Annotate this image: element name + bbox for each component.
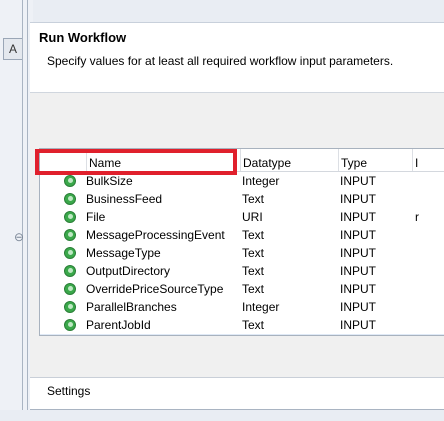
parameter-icon [64,301,76,313]
cell-name: BusinessFeed [86,192,163,206]
run-workflow-dialog: Run Workflow Specify values for at least… [30,22,444,410]
cell-name: MessageType [86,246,161,260]
side-tab[interactable]: A [3,38,22,60]
cell-extra: r [415,210,419,224]
parameter-icon [64,229,76,241]
table-row[interactable]: ParentJobId Text INPUT [40,316,444,334]
cell-extra [415,190,444,208]
cell-extra [415,262,444,280]
cell-extra [415,298,444,316]
cell-datatype: URI [242,210,263,224]
cell-name: SuccessAction [86,334,240,335]
dialog-content: Name Datatype Type I BulkSize Integer INPU… [30,93,444,377]
highlight-annotation [35,149,237,175]
left-divider [22,0,23,410]
dialog-title: Run Workflow [39,30,127,45]
cell-datatype: SuccessAction [242,334,338,335]
cell-type: INPUT [340,264,376,278]
cell-name: File [86,210,106,224]
parameter-icon [64,319,76,331]
cell-type: INPUT [340,246,376,260]
parameters-table[interactable]: Name Datatype Type I BulkSize Integer INPU… [39,148,444,336]
cell-type: INPUT [340,318,376,332]
cell-name: ParallelBranches [86,300,177,314]
table-row[interactable]: SuccessActionSuccessActionINPUT [40,334,444,335]
parameter-icon [64,265,76,277]
cell-extra [415,280,444,298]
cell-extra [415,172,444,190]
parameter-icon [64,211,76,223]
cell-datatype: Integer [242,174,280,188]
dialog-bottom-border [30,409,444,410]
cell-type: INPUT [340,210,376,224]
parameter-icon [64,193,76,205]
cell-extra [415,316,444,334]
cell-extra [415,226,444,244]
column-header-extra[interactable]: I [412,149,444,171]
sash-handle-icon[interactable]: ⊖ [14,230,24,244]
cell-datatype: Integer [242,300,280,314]
table-row[interactable]: OverridePriceSourceType Text INPUT [40,280,444,298]
table-row[interactable]: MessageType Text INPUT [40,244,444,262]
cell-type: INPUT [340,192,376,206]
cell-name: OverridePriceSourceType [86,282,224,296]
column-header-datatype[interactable]: Datatype [240,149,338,171]
dialog-top-border [30,22,444,23]
parameter-icon [64,283,76,295]
table-row[interactable]: File URI INPUT r [40,208,444,226]
cell-name: OutputDirectory [86,264,171,278]
cell-type: INPUT [340,300,376,314]
settings-separator [30,377,444,378]
left-panel-strip [0,0,33,410]
cell-type: INPUT [340,282,376,296]
cell-datatype: Text [242,318,265,332]
cell-extra [415,244,444,262]
cell-datatype: Text [242,246,265,260]
dialog-description: Specify values for at least all required… [47,54,394,68]
cell-datatype: Text [242,228,265,242]
table-row[interactable]: MessageProcessingEvent Text INPUT [40,226,444,244]
cell-type: INPUT [340,334,412,335]
cell-name: MessageProcessingEvent [86,228,225,242]
table-row[interactable]: OutputDirectory Text INPUT [40,262,444,280]
parameter-icon [64,247,76,259]
cell-type: INPUT [340,174,376,188]
column-header-type[interactable]: Type [338,149,412,171]
settings-section-label[interactable]: Settings [47,384,90,398]
cell-extra [415,334,444,335]
cell-datatype: Text [242,282,265,296]
table-row[interactable]: BusinessFeed Text INPUT [40,190,444,208]
cell-type: INPUT [340,228,376,242]
left-divider-inner [27,0,28,410]
table-row[interactable]: ParallelBranches Integer INPUT [40,298,444,316]
parameter-icon [64,175,76,187]
cell-datatype: Text [242,192,265,206]
cell-name: ParentJobId [86,318,151,332]
cell-datatype: Text [242,264,265,278]
